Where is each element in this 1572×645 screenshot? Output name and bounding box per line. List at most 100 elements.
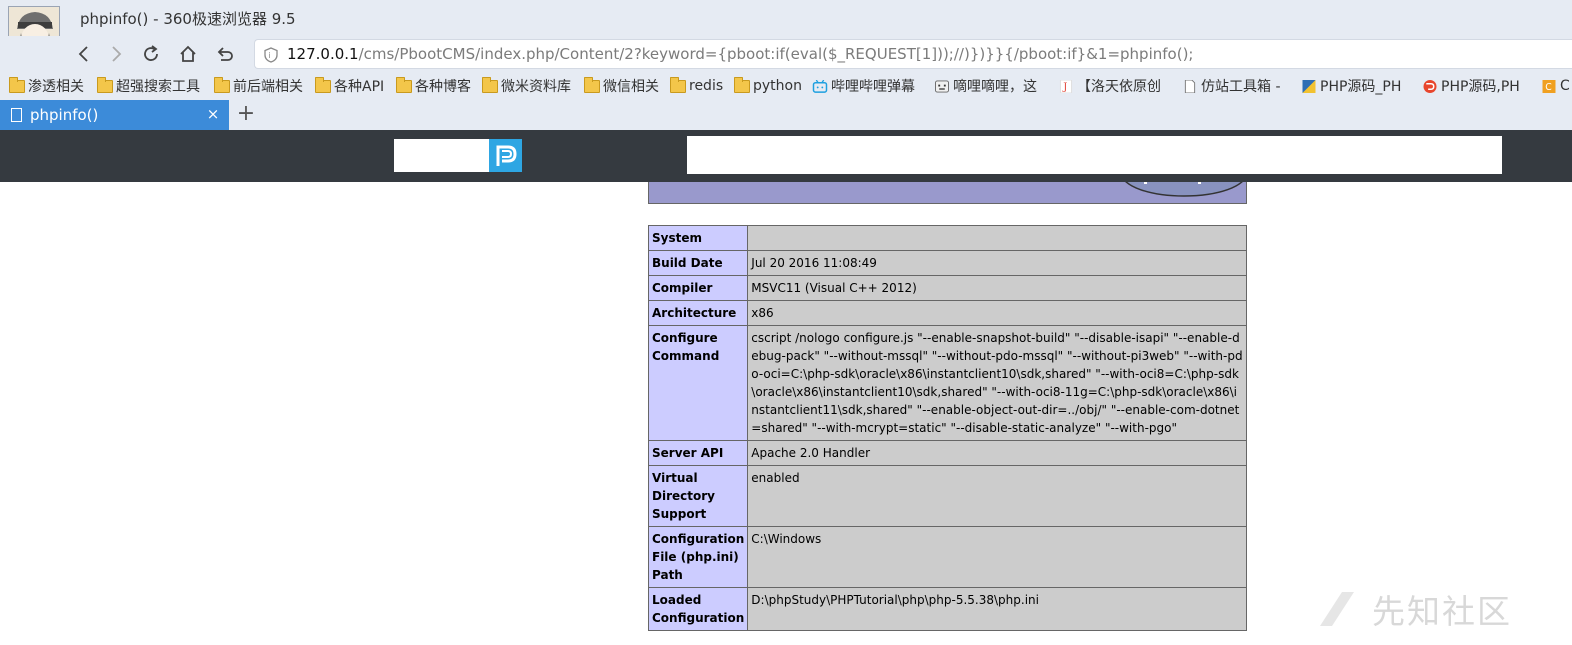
bookmark-label: 微米资料库 (501, 79, 571, 95)
bookmark-link[interactable]: J 【洛天依原创 (1058, 75, 1161, 97)
row-key: Architecture (647, 300, 749, 326)
j-icon: J (1059, 79, 1073, 93)
bookmark-folder[interactable]: 微信相关 (584, 75, 659, 97)
table-row: System (647, 225, 1247, 251)
bookmark-label: C (1560, 78, 1570, 94)
table-row: Virtual Directory Support enabled (647, 465, 1247, 527)
row-value: Apache 2.0 Handler (747, 440, 1247, 466)
row-value: MSVC11 (Visual C++ 2012) (747, 275, 1247, 301)
row-key: Configure Command (647, 325, 749, 441)
watermark-logo-icon (1320, 592, 1354, 626)
address-host: 127.0.0.1 (287, 45, 359, 63)
address-bar[interactable]: i 127.0.0.1/cms/PbootCMS/index.php/Conte… (254, 39, 1572, 69)
table-row: Architecture x86 (647, 300, 1247, 326)
bookmark-folder[interactable]: 微米资料库 (482, 75, 571, 97)
bookmark-label: 超强搜索工具 (116, 79, 200, 95)
table-row: Loaded Configuration D:\phpStudy\PHPTutor… (647, 587, 1247, 631)
table-row: Configuration File (php.ini) Path C:\Wind… (647, 526, 1247, 588)
bookmark-folder[interactable]: redis (670, 75, 723, 97)
chevron-right-icon (112, 46, 122, 62)
bookmark-folder[interactable]: 超强搜索工具 (97, 75, 200, 97)
pboot-logo-icon (489, 139, 522, 172)
svg-text:J: J (1062, 82, 1067, 93)
bookmark-label: 渗透相关 (28, 79, 84, 95)
chevron-left-icon (78, 46, 88, 62)
table-row: Configure Command cscript /nologo configu… (647, 325, 1247, 441)
bookmark-folder[interactable]: 各种博客 (396, 75, 471, 97)
close-tab-icon[interactable]: × (204, 105, 222, 123)
bookmark-label: 各种博客 (415, 79, 471, 95)
bookmark-label: 哔哩哔哩弹幕 (831, 79, 915, 95)
svg-text:C: C (1545, 82, 1551, 93)
bookmark-link[interactable]: PHP源码,PH (1422, 75, 1520, 97)
folder-icon (734, 76, 750, 93)
folder-icon (97, 76, 113, 93)
forward-button[interactable] (102, 40, 130, 68)
row-key: Compiler (647, 275, 749, 301)
bookmark-link[interactable]: PHP源码_PH (1301, 75, 1401, 97)
bookmark-link[interactable]: 嘀哩嘀哩，这 (934, 75, 1037, 97)
row-key: Loaded Configuration (647, 587, 749, 631)
bookmark-label: PHP源码_PH (1320, 79, 1402, 95)
phpinfo-table: System Build Date Jul 20 2016 11:08:49 Co… (647, 225, 1247, 631)
home-icon (180, 45, 196, 62)
row-value: Jul 20 2016 11:08:49 (747, 250, 1247, 276)
back-button[interactable] (70, 40, 98, 68)
bookmark-label: 微信相关 (603, 79, 659, 95)
home-button[interactable] (174, 40, 202, 68)
table-row: Server API Apache 2.0 Handler (647, 440, 1247, 466)
document-icon (11, 108, 22, 122)
row-key: Build Date (647, 250, 749, 276)
bookmark-folder[interactable]: 各种API (315, 75, 384, 97)
bookmark-label: 仿站工具箱 - (1201, 79, 1281, 95)
bookmark-label: 嘀哩嘀哩，这 (953, 79, 1037, 95)
folder-icon (670, 76, 686, 93)
address-url: 127.0.0.1/cms/PbootCMS/index.php/Content… (287, 45, 1193, 63)
table-row: Compiler MSVC11 (Visual C++ 2012) (647, 275, 1247, 301)
window-title: phpinfo() - 360极速浏览器 9.5 (80, 10, 296, 28)
bookmarks-bar: 渗透相关 超强搜索工具 前后端相关 各种API 各种博客 微米资料库 微信相关 … (0, 72, 1572, 100)
row-value: C:\Windows (747, 526, 1247, 588)
undo-close-button[interactable] (210, 40, 238, 68)
undo-icon (217, 47, 233, 61)
watermark-text: 先知社区 (1372, 592, 1512, 631)
bilibili-icon (812, 79, 828, 93)
row-key: Virtual Directory Support (647, 465, 749, 527)
face-icon (935, 79, 949, 93)
reload-button[interactable] (137, 40, 165, 68)
folder-icon (214, 76, 230, 93)
folder-icon (9, 76, 25, 93)
tab-phpinfo[interactable]: phpinfo() × (0, 100, 229, 130)
tab-strip: phpinfo() × + (0, 100, 1572, 130)
bookmark-folder[interactable]: 前后端相关 (214, 75, 303, 97)
window-titlebar: phpinfo() - 360极速浏览器 9.5 (0, 0, 1572, 58)
bookmark-folder[interactable]: python (734, 75, 802, 97)
bookmark-label: PHP源码,PH (1441, 79, 1520, 95)
new-tab-button[interactable]: + (234, 103, 258, 127)
bookmark-folder[interactable]: 渗透相关 (9, 75, 84, 97)
bookmark-link[interactable]: 哔哩哔哩弹幕 (812, 75, 915, 97)
php-icon (1302, 79, 1316, 93)
site-header (0, 130, 1572, 182)
folder-icon (396, 76, 412, 93)
bookmark-label: 前后端相关 (233, 79, 303, 95)
folder-icon (315, 76, 331, 93)
site-logo[interactable] (394, 139, 522, 172)
site-search-box[interactable] (687, 136, 1502, 174)
bookmark-link[interactable]: 仿站工具箱 - (1182, 75, 1281, 97)
bookmark-label: 【洛天依原创 (1077, 79, 1161, 95)
bookmark-label: 各种API (334, 79, 385, 95)
row-value: cscript /nologo configure.js "--enable-s… (747, 325, 1247, 441)
php-red-icon (1423, 79, 1437, 93)
table-row: Build Date Jul 20 2016 11:08:49 (647, 250, 1247, 276)
bookmark-label: redis (689, 78, 724, 94)
page-icon (1184, 79, 1196, 93)
address-path: /cms/PbootCMS/index.php/Content/2?keywor… (358, 45, 1194, 63)
bookmark-link[interactable]: C C (1541, 75, 1570, 97)
c-icon: C (1542, 79, 1556, 93)
navigation-bar: i 127.0.0.1/cms/PbootCMS/index.php/Conte… (0, 36, 1572, 72)
row-key: Server API (647, 440, 749, 466)
svg-text:i: i (268, 51, 270, 60)
row-key: Configuration File (php.ini) Path (647, 526, 749, 588)
row-value (747, 225, 1247, 251)
